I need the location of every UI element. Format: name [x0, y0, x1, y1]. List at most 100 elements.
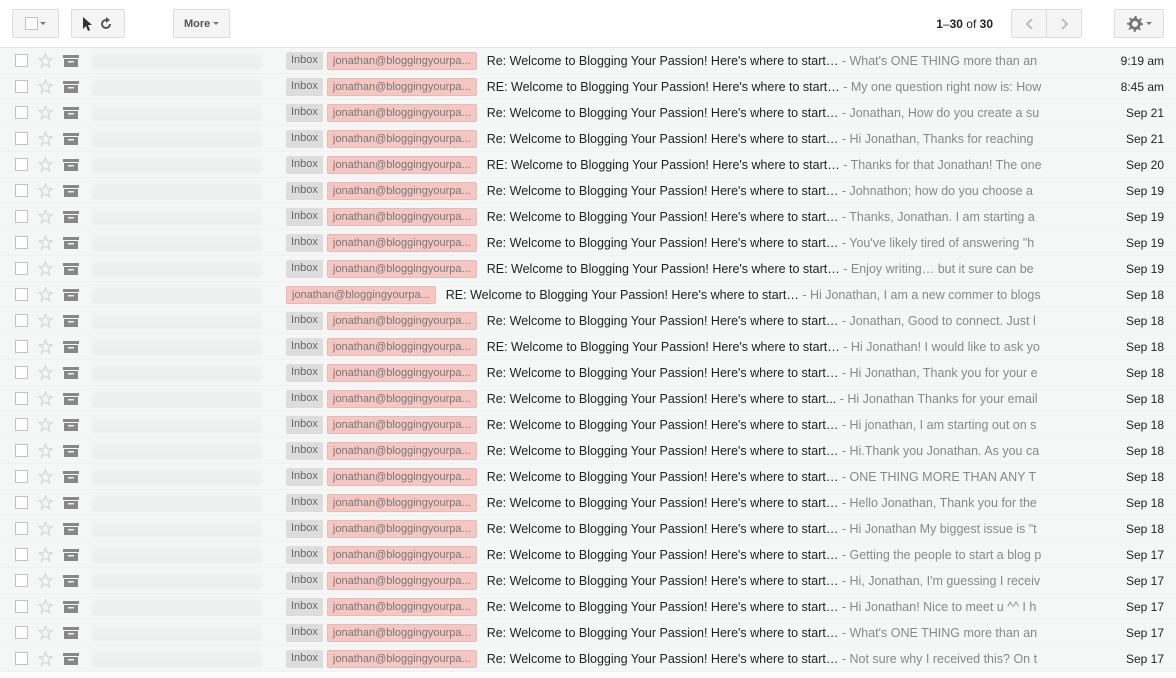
- label-from[interactable]: jonathan@bloggingyourpa...: [286, 286, 436, 304]
- email-row[interactable]: Inboxjonathan@bloggingyourpa... Re: Welc…: [0, 178, 1176, 204]
- row-checkbox[interactable]: [8, 574, 34, 587]
- label-from[interactable]: jonathan@bloggingyourpa...: [327, 520, 477, 538]
- star-button[interactable]: [34, 53, 56, 68]
- label-inbox[interactable]: Inbox: [286, 104, 323, 122]
- email-row[interactable]: Inboxjonathan@bloggingyourpa... Re: Welc…: [0, 308, 1176, 334]
- star-button[interactable]: [34, 261, 56, 276]
- label-inbox[interactable]: Inbox: [286, 390, 323, 408]
- label-from[interactable]: jonathan@bloggingyourpa...: [327, 104, 477, 122]
- label-inbox[interactable]: Inbox: [286, 624, 323, 642]
- label-from[interactable]: jonathan@bloggingyourpa...: [327, 312, 477, 330]
- star-button[interactable]: [34, 521, 56, 536]
- star-button[interactable]: [34, 573, 56, 588]
- star-button[interactable]: [34, 365, 56, 380]
- row-checkbox[interactable]: [8, 80, 34, 93]
- row-checkbox[interactable]: [8, 548, 34, 561]
- archive-button[interactable]: [56, 54, 86, 68]
- email-row[interactable]: Inboxjonathan@bloggingyourpa... Re: Welc…: [0, 126, 1176, 152]
- row-checkbox[interactable]: [8, 392, 34, 405]
- star-button[interactable]: [34, 157, 56, 172]
- archive-button[interactable]: [56, 496, 86, 510]
- email-row[interactable]: Inboxjonathan@bloggingyourpa... Re: Welc…: [0, 100, 1176, 126]
- label-inbox[interactable]: Inbox: [286, 442, 323, 460]
- row-checkbox[interactable]: [8, 184, 34, 197]
- archive-button[interactable]: [56, 548, 86, 562]
- archive-button[interactable]: [56, 262, 86, 276]
- archive-button[interactable]: [56, 444, 86, 458]
- row-checkbox[interactable]: [8, 444, 34, 457]
- star-button[interactable]: [34, 287, 56, 302]
- archive-button[interactable]: [56, 80, 86, 94]
- next-page-button[interactable]: [1046, 9, 1082, 38]
- label-from[interactable]: jonathan@bloggingyourpa...: [327, 260, 477, 278]
- email-row[interactable]: Inboxjonathan@bloggingyourpa... Re: Welc…: [0, 412, 1176, 438]
- archive-button[interactable]: [56, 340, 86, 354]
- archive-button[interactable]: [56, 574, 86, 588]
- archive-button[interactable]: [56, 626, 86, 640]
- archive-button[interactable]: [56, 184, 86, 198]
- row-checkbox[interactable]: [8, 236, 34, 249]
- archive-button[interactable]: [56, 236, 86, 250]
- email-row[interactable]: Inboxjonathan@bloggingyourpa... Re: Welc…: [0, 48, 1176, 74]
- email-row[interactable]: Inboxjonathan@bloggingyourpa... Re: Welc…: [0, 464, 1176, 490]
- archive-button[interactable]: [56, 652, 86, 666]
- label-inbox[interactable]: Inbox: [286, 416, 323, 434]
- label-inbox[interactable]: Inbox: [286, 208, 323, 226]
- email-row[interactable]: Inboxjonathan@bloggingyourpa... Re: Welc…: [0, 646, 1176, 672]
- refresh-button[interactable]: [71, 9, 125, 38]
- label-inbox[interactable]: Inbox: [286, 130, 323, 148]
- label-inbox[interactable]: Inbox: [286, 156, 323, 174]
- label-from[interactable]: jonathan@bloggingyourpa...: [327, 442, 477, 460]
- archive-button[interactable]: [56, 288, 86, 302]
- label-from[interactable]: jonathan@bloggingyourpa...: [327, 494, 477, 512]
- archive-button[interactable]: [56, 366, 86, 380]
- email-row[interactable]: Inboxjonathan@bloggingyourpa... RE: Welc…: [0, 334, 1176, 360]
- archive-button[interactable]: [56, 600, 86, 614]
- email-row[interactable]: Inboxjonathan@bloggingyourpa... Re: Welc…: [0, 594, 1176, 620]
- row-checkbox[interactable]: [8, 418, 34, 431]
- row-checkbox[interactable]: [8, 106, 34, 119]
- email-row[interactable]: Inboxjonathan@bloggingyourpa... RE: Welc…: [0, 74, 1176, 100]
- star-button[interactable]: [34, 313, 56, 328]
- star-button[interactable]: [34, 547, 56, 562]
- star-button[interactable]: [34, 391, 56, 406]
- row-checkbox[interactable]: [8, 288, 34, 301]
- row-checkbox[interactable]: [8, 496, 34, 509]
- label-from[interactable]: jonathan@bloggingyourpa...: [327, 130, 477, 148]
- row-checkbox[interactable]: [8, 314, 34, 327]
- row-checkbox[interactable]: [8, 132, 34, 145]
- row-checkbox[interactable]: [8, 262, 34, 275]
- label-from[interactable]: jonathan@bloggingyourpa...: [327, 546, 477, 564]
- star-button[interactable]: [34, 417, 56, 432]
- label-from[interactable]: jonathan@bloggingyourpa...: [327, 182, 477, 200]
- email-row[interactable]: Inboxjonathan@bloggingyourpa... Re: Welc…: [0, 568, 1176, 594]
- email-row[interactable]: Inboxjonathan@bloggingyourpa... RE: Welc…: [0, 152, 1176, 178]
- label-from[interactable]: jonathan@bloggingyourpa...: [327, 234, 477, 252]
- email-row[interactable]: Inboxjonathan@bloggingyourpa... Re: Welc…: [0, 438, 1176, 464]
- label-from[interactable]: jonathan@bloggingyourpa...: [327, 52, 477, 70]
- row-checkbox[interactable]: [8, 158, 34, 171]
- row-checkbox[interactable]: [8, 600, 34, 613]
- email-row[interactable]: Inboxjonathan@bloggingyourpa... RE: Welc…: [0, 256, 1176, 282]
- row-checkbox[interactable]: [8, 210, 34, 223]
- row-checkbox[interactable]: [8, 652, 34, 665]
- star-button[interactable]: [34, 209, 56, 224]
- label-inbox[interactable]: Inbox: [286, 572, 323, 590]
- prev-page-button[interactable]: [1011, 9, 1047, 38]
- email-row[interactable]: Inboxjonathan@bloggingyourpa... Re: Welc…: [0, 516, 1176, 542]
- archive-button[interactable]: [56, 392, 86, 406]
- row-checkbox[interactable]: [8, 340, 34, 353]
- label-inbox[interactable]: Inbox: [286, 468, 323, 486]
- star-button[interactable]: [34, 625, 56, 640]
- email-row[interactable]: Inboxjonathan@bloggingyourpa... Re: Welc…: [0, 386, 1176, 412]
- row-checkbox[interactable]: [8, 470, 34, 483]
- archive-button[interactable]: [56, 106, 86, 120]
- label-inbox[interactable]: Inbox: [286, 650, 323, 668]
- label-inbox[interactable]: Inbox: [286, 338, 323, 356]
- email-row[interactable]: jonathan@bloggingyourpa... RE: Welcome t…: [0, 282, 1176, 308]
- archive-button[interactable]: [56, 158, 86, 172]
- star-button[interactable]: [34, 599, 56, 614]
- star-button[interactable]: [34, 235, 56, 250]
- star-button[interactable]: [34, 651, 56, 666]
- label-from[interactable]: jonathan@bloggingyourpa...: [327, 208, 477, 226]
